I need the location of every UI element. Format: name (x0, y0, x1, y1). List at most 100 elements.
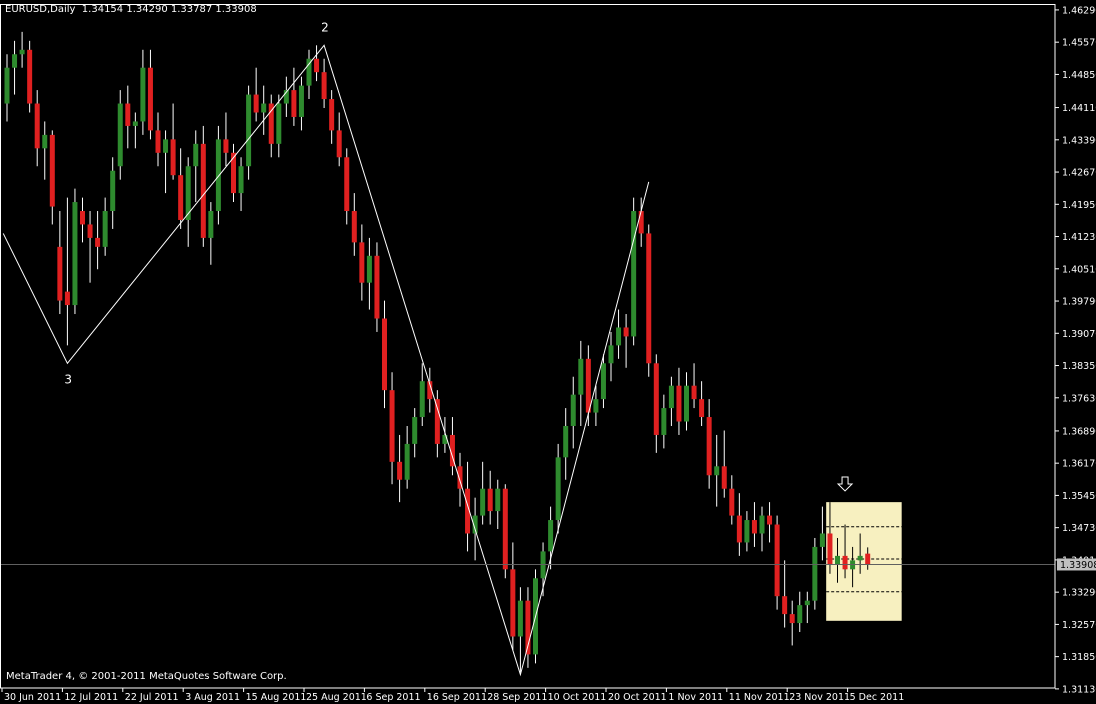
y-tick-label: 1.46290 (1062, 5, 1096, 16)
candle-body (140, 67, 146, 122)
candle-body (434, 399, 440, 444)
candle-body (4, 67, 10, 104)
x-tick-label: 28 Sep 2011 (487, 692, 547, 703)
candle-body (170, 139, 176, 176)
candle-body (600, 363, 606, 400)
candle-body (200, 143, 206, 238)
candle-body (608, 345, 614, 364)
candle-body (691, 385, 697, 400)
y-tick-label: 1.40510 (1062, 264, 1096, 275)
candle-body (42, 134, 48, 149)
candle-body (721, 466, 727, 489)
candle-body (261, 103, 267, 113)
x-tick-label: 16 Sep 2011 (427, 692, 487, 703)
candle-body (163, 139, 169, 153)
candle-body (487, 488, 493, 512)
candle-body (72, 202, 78, 306)
candle-body (366, 255, 372, 283)
candle-body (555, 457, 561, 521)
candle-body (110, 170, 116, 212)
candle-body (314, 58, 320, 73)
x-tick-label: 23 Nov 2011 (789, 692, 850, 703)
candle-body (699, 399, 705, 418)
candle-body (306, 58, 312, 86)
candle-body (344, 157, 350, 212)
candle-body (714, 466, 720, 476)
candle-body (374, 255, 380, 319)
x-tick-label: 25 Aug 2011 (306, 692, 367, 703)
candle-body (351, 211, 357, 243)
candle-body (631, 211, 637, 337)
x-tick-label: 20 Oct 2011 (608, 692, 667, 703)
candle-body (751, 520, 757, 534)
candle-body (616, 327, 622, 346)
candle-body (132, 121, 138, 126)
zigzag-label: 3 (64, 372, 72, 386)
y-tick-label: 1.31130 (1062, 684, 1096, 695)
candle-body (578, 358, 584, 395)
candle-body (329, 99, 335, 131)
candle-body (359, 242, 365, 283)
candle-body (246, 94, 252, 167)
candle-body (744, 520, 750, 543)
candle-body (668, 385, 674, 409)
candle-body (291, 90, 297, 117)
current-price-label: 1.33908 (1060, 560, 1096, 571)
y-tick-label: 1.39070 (1062, 329, 1096, 340)
candle-body (638, 211, 644, 234)
y-tick-label: 1.33290 (1062, 588, 1096, 599)
candle-body (804, 600, 810, 606)
candle-body (736, 515, 742, 543)
candle-body (835, 555, 840, 565)
x-tick-label: 6 Sep 2011 (366, 692, 420, 703)
candle-body (812, 546, 818, 601)
candle-body (570, 394, 576, 426)
candle-body (12, 54, 18, 68)
candle-body (593, 399, 599, 413)
candle-body (268, 103, 274, 144)
candle-body (336, 130, 342, 158)
chart-background (0, 0, 1096, 704)
price-chart[interactable]: 3 2 1.46290 1.45570 1.44850 1.44110 1.43390 1.… (0, 0, 1096, 704)
candle-body (827, 533, 833, 565)
candle-body (298, 85, 304, 117)
candle-body (34, 103, 40, 149)
candle-body (563, 425, 569, 458)
x-tick-label: 10 Oct 2011 (548, 692, 607, 703)
y-tick-label: 1.35450 (1062, 491, 1096, 502)
chart-header: EURUSD,Daily 1.34154 1.34290 1.33787 1.3… (5, 4, 257, 15)
candle-body (95, 237, 101, 247)
x-tick-label: 22 Jul 2011 (125, 692, 179, 703)
candle-body (27, 49, 33, 104)
x-tick-label: 30 Jun 2011 (4, 692, 61, 703)
candle-body (389, 390, 395, 462)
candle-body (208, 211, 214, 238)
x-tick-label: 11 Nov 2011 (729, 692, 790, 703)
candle-body (223, 139, 229, 153)
candle-body (623, 327, 629, 337)
candle-body (231, 152, 236, 194)
candle-body (865, 553, 871, 565)
y-tick-label: 1.44850 (1062, 70, 1096, 81)
candle-body (842, 555, 848, 570)
candle-body (49, 134, 55, 207)
y-tick-label: 1.31850 (1062, 652, 1096, 663)
x-tick-label: 1 Nov 2011 (668, 692, 723, 703)
candle-body (480, 488, 486, 516)
y-tick-label: 1.41230 (1062, 232, 1096, 243)
y-tick-label: 1.37630 (1062, 393, 1096, 404)
candle-body (789, 614, 795, 624)
candle-body (797, 605, 803, 624)
candle-body (774, 524, 780, 597)
candle-body (404, 443, 410, 480)
candle-body (87, 224, 93, 238)
candle-body (646, 233, 652, 364)
candle-body (782, 596, 788, 615)
y-tick-label: 1.36890 (1062, 426, 1096, 437)
candle-body (729, 488, 735, 516)
candle-body (238, 166, 244, 194)
candle-body (517, 600, 523, 637)
candle-body (412, 417, 418, 444)
candle-body (661, 408, 667, 435)
candle-body (706, 417, 712, 476)
